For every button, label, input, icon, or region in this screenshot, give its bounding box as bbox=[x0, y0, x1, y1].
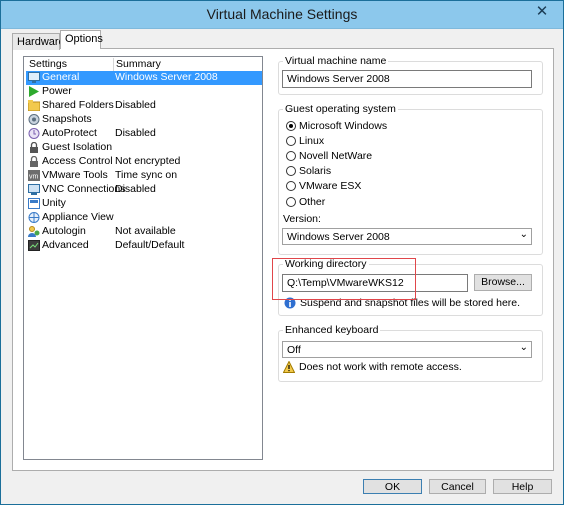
title-bar[interactable]: Virtual Machine Settings ✕ bbox=[1, 1, 563, 29]
chevron-down-icon: ⌄ bbox=[519, 229, 528, 240]
vmware-tools-icon: vm bbox=[28, 170, 40, 181]
radio-label: Other bbox=[299, 196, 326, 208]
settings-item-autoprotect[interactable]: AutoProtect Disabled bbox=[26, 127, 262, 141]
version-select[interactable]: Windows Server 2008 ⌄ bbox=[282, 228, 532, 245]
tab-hardware[interactable]: Hardware bbox=[12, 33, 65, 50]
settings-item-appliance-view[interactable]: Appliance View bbox=[26, 211, 262, 225]
settings-item-label: AutoProtect bbox=[42, 127, 97, 139]
help-button[interactable]: Help bbox=[493, 479, 552, 494]
settings-item-general[interactable]: General Windows Server 2008 bbox=[26, 71, 262, 85]
window-title: Virtual Machine Settings bbox=[206, 6, 358, 22]
guest-os-label: Guest operating system bbox=[283, 103, 398, 115]
ok-button[interactable]: OK bbox=[363, 479, 422, 494]
settings-item-label: VMware Tools bbox=[42, 169, 108, 181]
browse-button[interactable]: Browse... bbox=[474, 274, 532, 291]
settings-item-label: VNC Connections bbox=[42, 183, 126, 195]
svg-text:vm: vm bbox=[29, 174, 39, 181]
settings-item-label: General bbox=[42, 71, 80, 83]
power-icon bbox=[29, 86, 39, 97]
settings-item-vnc-connections[interactable]: VNC Connections Disabled bbox=[26, 183, 262, 197]
settings-item-summary: Not encrypted bbox=[115, 155, 181, 167]
enhanced-keyboard-label: Enhanced keyboard bbox=[283, 324, 381, 336]
settings-item-power[interactable]: Power bbox=[26, 85, 262, 99]
advanced-icon bbox=[28, 240, 40, 251]
unity-icon bbox=[28, 198, 40, 209]
vm-name-label: Virtual machine name bbox=[283, 55, 389, 67]
settings-item-advanced[interactable]: Advanced Default/Default bbox=[26, 239, 262, 253]
chevron-down-icon: ⌄ bbox=[519, 342, 528, 353]
enhanced-keyboard-value: Off bbox=[287, 344, 301, 356]
radio-button bbox=[286, 121, 296, 131]
settings-item-snapshots[interactable]: Snapshots bbox=[26, 113, 262, 127]
settings-item-summary: Disabled bbox=[115, 183, 156, 195]
settings-item-summary: Disabled bbox=[115, 99, 156, 111]
settings-item-guest-isolation[interactable]: Guest Isolation bbox=[26, 141, 262, 155]
settings-item-label: Snapshots bbox=[42, 113, 92, 125]
settings-item-label: Shared Folders bbox=[42, 99, 114, 111]
radio-button bbox=[286, 181, 296, 191]
radio-button bbox=[286, 197, 296, 207]
autologin-icon bbox=[28, 226, 40, 237]
shared-folders-icon bbox=[28, 100, 40, 111]
highlight-box bbox=[272, 258, 416, 300]
radio-button bbox=[286, 151, 296, 161]
version-select-value: Windows Server 2008 bbox=[287, 231, 390, 243]
column-header-settings[interactable]: Settings bbox=[29, 58, 67, 71]
enhanced-keyboard-warning-text: Does not work with remote access. bbox=[299, 361, 462, 373]
settings-item-vmware-tools[interactable]: vm VMware Tools Time sync on bbox=[26, 169, 262, 183]
settings-item-label: Power bbox=[42, 85, 72, 97]
warning-icon bbox=[283, 361, 295, 373]
radio-label: Novell NetWare bbox=[299, 150, 373, 162]
tab-options[interactable]: Options bbox=[60, 30, 103, 49]
settings-item-label: Guest Isolation bbox=[42, 141, 113, 153]
settings-item-summary: Time sync on bbox=[115, 169, 178, 181]
column-header-summary[interactable]: Summary bbox=[113, 58, 161, 71]
settings-item-label: Access Control bbox=[42, 155, 113, 167]
enhanced-keyboard-select[interactable]: Off ⌄ bbox=[282, 341, 532, 358]
close-icon: ✕ bbox=[535, 2, 549, 20]
settings-item-label: Autologin bbox=[42, 225, 86, 237]
autoprotect-icon bbox=[28, 128, 40, 139]
radio-button bbox=[286, 166, 296, 176]
settings-item-autologin[interactable]: Autologin Not available bbox=[26, 225, 262, 239]
settings-item-summary: Default/Default bbox=[115, 239, 185, 251]
list-header: Settings Summary bbox=[24, 57, 262, 71]
radio-label: Linux bbox=[299, 135, 325, 147]
settings-item-label: Advanced bbox=[42, 239, 89, 251]
settings-item-label: Appliance View bbox=[42, 211, 114, 223]
access-control-icon bbox=[30, 156, 38, 167]
dialog-window: Virtual Machine Settings ✕ Hardware Opti… bbox=[0, 0, 564, 505]
guest-isolation-icon bbox=[30, 142, 38, 153]
settings-item-summary: Disabled bbox=[115, 127, 156, 139]
cancel-button[interactable]: Cancel bbox=[429, 479, 486, 494]
general-icon bbox=[28, 72, 40, 83]
close-button[interactable]: ✕ bbox=[526, 2, 558, 21]
version-label: Version: bbox=[283, 213, 321, 225]
settings-item-summary: Windows Server 2008 bbox=[115, 71, 218, 83]
radio-label: Solaris bbox=[299, 165, 332, 177]
settings-item-label: Unity bbox=[42, 197, 66, 209]
radio-label: VMware ESX bbox=[299, 180, 362, 192]
appliance-view-icon bbox=[28, 212, 40, 223]
settings-item-summary: Not available bbox=[115, 225, 176, 237]
settings-item-access-control[interactable]: Access Control Not encrypted bbox=[26, 155, 262, 169]
settings-list[interactable]: Settings Summary General Windows Server … bbox=[23, 56, 263, 460]
radio-button bbox=[286, 136, 296, 146]
settings-item-shared-folders[interactable]: Shared Folders Disabled bbox=[26, 99, 262, 113]
vnc-icon bbox=[28, 184, 40, 195]
vm-name-field[interactable]: Windows Server 2008 bbox=[282, 70, 532, 88]
radio-label: Microsoft Windows bbox=[299, 120, 388, 132]
settings-item-unity[interactable]: Unity bbox=[26, 197, 262, 211]
snapshots-icon bbox=[28, 114, 40, 125]
